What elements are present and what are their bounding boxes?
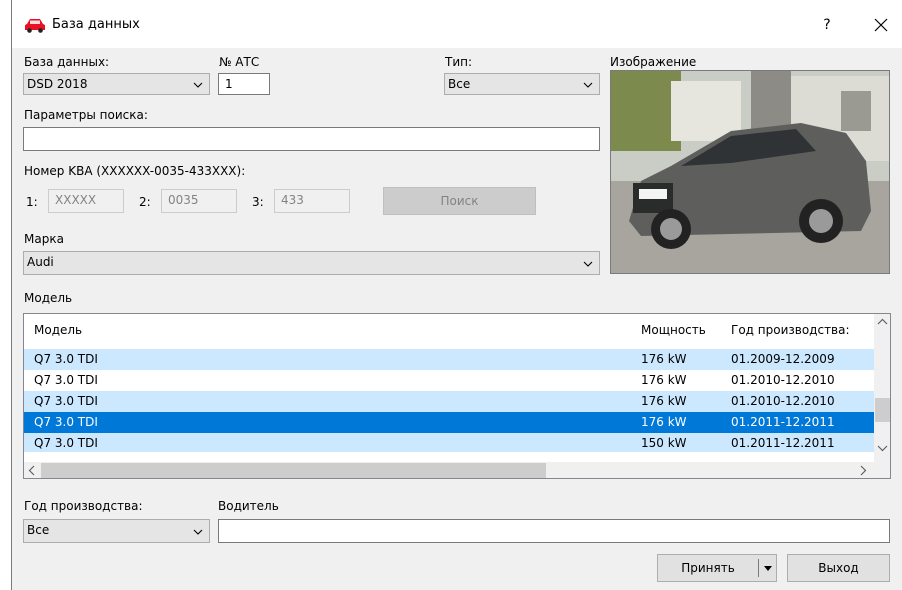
cell-model: Q7 3.0 TDI bbox=[34, 373, 98, 387]
brand-label: Марка bbox=[24, 232, 64, 246]
cell-years: 01.2010-12.2010 bbox=[731, 373, 835, 387]
atc-input[interactable]: 1 bbox=[218, 73, 270, 95]
driver-input[interactable] bbox=[218, 519, 890, 543]
table-row[interactable]: Q7 3.0 TDI 150 kW 01.2011-12.2011 bbox=[24, 433, 874, 452]
brand-value: Audi bbox=[27, 255, 54, 269]
cell-model: Q7 3.0 TDI bbox=[34, 352, 98, 366]
cell-power: 176 kW bbox=[641, 415, 687, 429]
kba-part2-label: 2: bbox=[139, 195, 151, 209]
type-label: Тип: bbox=[445, 55, 473, 69]
year-filter-value: Все bbox=[27, 523, 50, 537]
cell-power: 176 kW bbox=[641, 352, 687, 366]
table-row[interactable]: Q7 3.0 TDI 176 kW 01.2010-12.2010 bbox=[24, 370, 874, 391]
kba-part2-input[interactable]: 0035 bbox=[161, 189, 237, 213]
cell-years: 01.2011-12.2011 bbox=[731, 436, 835, 450]
scroll-left-icon[interactable] bbox=[28, 465, 36, 476]
type-select[interactable]: Все bbox=[444, 73, 600, 95]
search-params-label: Параметры поиска: bbox=[24, 108, 148, 122]
exit-button[interactable]: Выход bbox=[787, 554, 890, 582]
title-bar: База данных ? bbox=[12, 0, 902, 48]
cell-power: 176 kW bbox=[641, 394, 687, 408]
cell-years: 01.2009-12.2009 bbox=[731, 352, 835, 366]
cell-model: Q7 3.0 TDI bbox=[34, 394, 98, 408]
car-photo-icon bbox=[611, 71, 889, 273]
chevron-down-icon bbox=[583, 82, 593, 88]
window-title: База данных bbox=[52, 17, 140, 32]
table-row[interactable]: Q7 3.0 TDI 176 kW 01.2009-12.2009 bbox=[24, 349, 874, 370]
database-dialog: База данных ? База данных: № АТС Тип: Из… bbox=[11, 0, 902, 590]
cell-power: 150 kW bbox=[641, 436, 687, 450]
year-filter-select[interactable]: Все bbox=[23, 519, 210, 543]
kba-part1-label: 1: bbox=[26, 195, 38, 209]
column-header-power[interactable]: Мощность bbox=[641, 323, 706, 337]
model-section-label: Модель bbox=[24, 291, 73, 305]
cell-years: 01.2011-12.2011 bbox=[731, 415, 835, 429]
kba-part3-input[interactable]: 433 bbox=[274, 189, 350, 213]
database-select[interactable]: DSD 2018 bbox=[23, 73, 210, 95]
vertical-scrollbar[interactable] bbox=[874, 314, 890, 462]
table-row[interactable]: Q7 3.0 TDI 176 kW 01.2010-12.2010 bbox=[24, 391, 874, 412]
year-filter-label: Год производства: bbox=[24, 499, 143, 513]
model-grid: Модель Мощность Год производства: Q7 3.0… bbox=[23, 313, 891, 479]
cell-model: Q7 3.0 TDI bbox=[34, 436, 98, 450]
kba-part1-input[interactable]: XXXXX bbox=[48, 189, 124, 213]
accept-button[interactable]: Принять bbox=[658, 555, 758, 581]
help-button[interactable]: ? bbox=[814, 12, 840, 38]
horizontal-scroll-thumb[interactable] bbox=[41, 463, 546, 478]
search-button[interactable]: Поиск bbox=[383, 187, 536, 215]
caret-down-icon[interactable] bbox=[759, 555, 777, 581]
search-params-input[interactable] bbox=[23, 127, 600, 151]
atc-label: № АТС bbox=[219, 55, 260, 69]
kba-part3-label: 3: bbox=[252, 195, 264, 209]
car-icon bbox=[25, 19, 45, 33]
kba-label: Номер KBA (XXXXXX-0035-433XXX): bbox=[24, 164, 246, 178]
scroll-up-icon[interactable] bbox=[877, 318, 888, 326]
driver-label: Водитель bbox=[218, 499, 279, 513]
accept-split-button: Принять bbox=[657, 554, 777, 582]
chevron-down-icon bbox=[193, 529, 203, 535]
chevron-down-icon bbox=[193, 82, 203, 88]
horizontal-scrollbar[interactable] bbox=[24, 462, 874, 478]
scroll-right-icon[interactable] bbox=[859, 465, 867, 476]
cell-years: 01.2010-12.2010 bbox=[731, 394, 835, 408]
grid-header: Модель Мощность Год производства: bbox=[24, 314, 874, 346]
close-icon[interactable] bbox=[868, 12, 894, 38]
scroll-corner bbox=[874, 462, 890, 478]
column-header-years[interactable]: Год производства: bbox=[731, 323, 850, 337]
database-label: База данных: bbox=[24, 55, 110, 69]
type-value: Все bbox=[448, 77, 471, 91]
cell-model: Q7 3.0 TDI bbox=[34, 415, 98, 429]
cell-power: 176 kW bbox=[641, 373, 687, 387]
table-row-selected[interactable]: Q7 3.0 TDI 176 kW 01.2011-12.2011 bbox=[24, 412, 874, 433]
brand-select[interactable]: Audi bbox=[23, 251, 600, 275]
database-value: DSD 2018 bbox=[27, 77, 88, 91]
image-label: Изображение bbox=[610, 55, 697, 69]
scroll-down-icon[interactable] bbox=[877, 444, 888, 452]
column-header-model[interactable]: Модель bbox=[34, 323, 82, 337]
vehicle-image bbox=[610, 70, 890, 274]
chevron-down-icon bbox=[583, 261, 593, 267]
vertical-scroll-thumb[interactable] bbox=[875, 398, 890, 422]
